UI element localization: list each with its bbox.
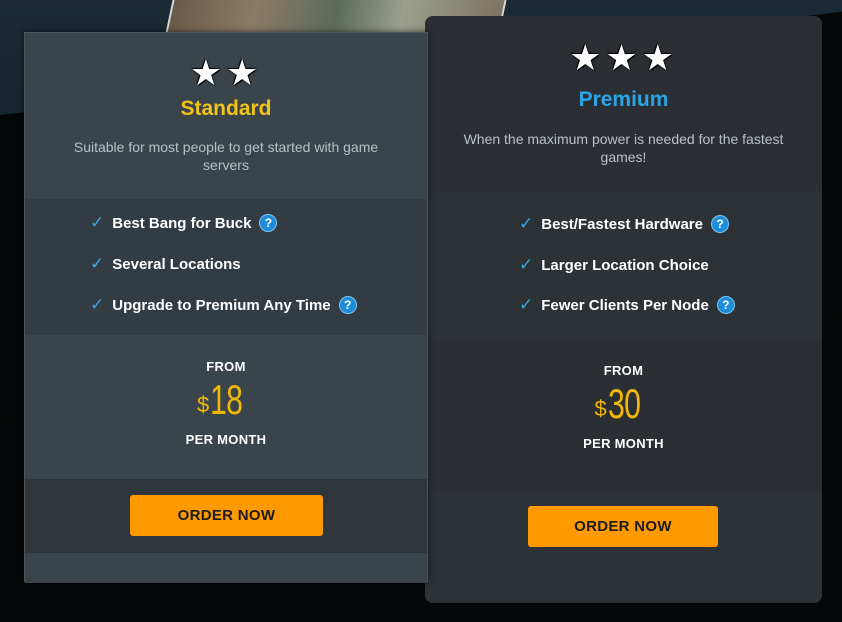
star-rating-icon: ★★★ — [425, 38, 822, 79]
feature-label: Larger Location Choice — [541, 256, 709, 274]
feature-item: ✓ Several Locations — [90, 254, 241, 274]
price-amount: 30 — [607, 380, 641, 427]
price-period-label: PER MONTH — [185, 432, 267, 447]
star-icons: ★★ — [189, 53, 263, 94]
feature-item: ✓ Fewer Clients Per Node ? — [519, 295, 735, 315]
price-from-label: FROM — [206, 359, 246, 374]
feature-item: ✓ Upgrade to Premium Any Time ? — [90, 295, 357, 315]
plan-card-premium: ★★★ Premium When the maximum power is ne… — [425, 16, 822, 603]
currency-symbol: $ — [197, 392, 210, 417]
price-block: FROM $18 PER MONTH — [25, 359, 427, 447]
price-value: $30 — [425, 380, 822, 428]
feature-item: ✓ Best Bang for Buck ? — [90, 213, 278, 233]
check-icon: ✓ — [519, 295, 534, 315]
plan-card-standard: ★★ Standard Suitable for most people to … — [24, 32, 428, 583]
plan-description: When the maximum power is needed for the… — [463, 131, 784, 165]
star-icons: ★★★ — [569, 38, 678, 79]
plan-title: Premium — [578, 88, 669, 111]
price-value: $18 — [25, 376, 427, 424]
star-rating-icon: ★★ — [25, 53, 427, 94]
help-icon[interactable]: ? — [259, 214, 278, 232]
plan-title: Standard — [180, 97, 272, 120]
order-now-button[interactable]: ORDER NOW — [528, 506, 718, 547]
help-icon[interactable]: ? — [710, 215, 729, 233]
feature-label: Best/Fastest Hardware — [541, 215, 703, 233]
price-block: FROM $30 PER MONTH — [425, 363, 822, 451]
feature-label: Several Locations — [112, 255, 241, 273]
currency-symbol: $ — [594, 396, 607, 421]
price-from-label: FROM — [603, 363, 644, 378]
check-icon: ✓ — [519, 214, 534, 234]
order-now-button[interactable]: ORDER NOW — [130, 495, 323, 536]
plan-description: Suitable for most people to get started … — [73, 139, 379, 173]
help-icon[interactable]: ? — [716, 296, 735, 314]
price-amount: 18 — [210, 376, 243, 423]
check-icon: ✓ — [519, 255, 534, 275]
price-period-label: PER MONTH — [583, 436, 664, 451]
check-icon: ✓ — [90, 295, 105, 315]
standard-footer-panel — [25, 553, 427, 583]
help-icon[interactable]: ? — [338, 296, 357, 314]
check-icon: ✓ — [90, 254, 105, 274]
feature-label: Upgrade to Premium Any Time — [112, 296, 331, 314]
feature-item: ✓ Larger Location Choice — [519, 255, 709, 275]
feature-label: Fewer Clients Per Node — [541, 296, 709, 314]
check-icon: ✓ — [90, 213, 105, 233]
feature-label: Best Bang for Buck — [112, 214, 252, 232]
feature-item: ✓ Best/Fastest Hardware ? — [519, 214, 729, 234]
